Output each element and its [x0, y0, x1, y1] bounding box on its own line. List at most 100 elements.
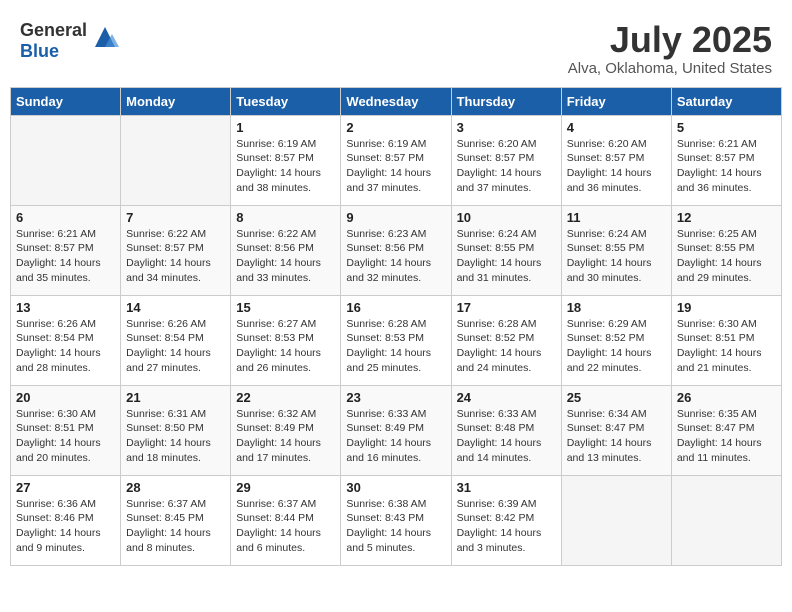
calendar-cell: 16 Sunrise: 6:28 AMSunset: 8:53 PMDayligh…: [341, 295, 451, 385]
calendar-week-row: 1Sunrise: 6:19 AMSunset: 8:57 PMDaylight…: [11, 115, 782, 205]
calendar-cell: 13 Sunrise: 6:26 AMSunset: 8:54 PMDayligh…: [11, 295, 121, 385]
day-number: 13: [16, 300, 115, 315]
day-detail: Sunrise: 6:21 AMSunset: 8:57 PMDaylight:…: [16, 227, 115, 286]
calendar-cell: 27Sunrise: 6:36 AMSunset: 8:46 PMDayligh…: [11, 475, 121, 565]
logo-general: General: [20, 20, 87, 40]
day-detail: Sunrise: 6:28 AMSunset: 8:52 PMDaylight:…: [457, 317, 556, 376]
weekday-header: Saturday: [671, 87, 781, 115]
calendar-week-row: 13 Sunrise: 6:26 AMSunset: 8:54 PMDayligh…: [11, 295, 782, 385]
calendar-cell: 31 Sunrise: 6:39 AMSunset: 8:42 PMDayligh…: [451, 475, 561, 565]
weekday-header: Sunday: [11, 87, 121, 115]
title-block: July 2025 Alva, Oklahoma, United States: [568, 20, 772, 77]
calendar-cell: 20 Sunrise: 6:30 AMSunset: 8:51 PMDayligh…: [11, 385, 121, 475]
day-number: 10: [457, 210, 556, 225]
day-number: 21: [126, 390, 225, 405]
calendar-cell: 1Sunrise: 6:19 AMSunset: 8:57 PMDaylight…: [231, 115, 341, 205]
calendar-cell: 12Sunrise: 6:25 AMSunset: 8:55 PMDayligh…: [671, 205, 781, 295]
day-number: 4: [567, 120, 666, 135]
day-detail: Sunrise: 6:38 AMSunset: 8:43 PMDaylight:…: [346, 497, 445, 556]
weekday-header: Monday: [121, 87, 231, 115]
day-number: 19: [677, 300, 776, 315]
calendar-cell: 18Sunrise: 6:29 AMSunset: 8:52 PMDayligh…: [561, 295, 671, 385]
day-detail: Sunrise: 6:29 AMSunset: 8:52 PMDaylight:…: [567, 317, 666, 376]
calendar-week-row: 20 Sunrise: 6:30 AMSunset: 8:51 PMDayligh…: [11, 385, 782, 475]
page-header: General Blue July 2025 Alva, Oklahoma, U…: [10, 10, 782, 82]
logo-icon: [90, 22, 120, 52]
day-detail: Sunrise: 6:37 AMSunset: 8:44 PMDaylight:…: [236, 497, 335, 556]
calendar-cell: 21 Sunrise: 6:31 AMSunset: 8:50 PMDayligh…: [121, 385, 231, 475]
day-detail: Sunrise: 6:36 AMSunset: 8:46 PMDaylight:…: [16, 497, 115, 556]
day-number: 2: [346, 120, 445, 135]
calendar-cell: 30 Sunrise: 6:38 AMSunset: 8:43 PMDayligh…: [341, 475, 451, 565]
calendar-cell: 3 Sunrise: 6:20 AMSunset: 8:57 PMDaylight…: [451, 115, 561, 205]
calendar-cell: [561, 475, 671, 565]
calendar-cell: 11Sunrise: 6:24 AMSunset: 8:55 PMDayligh…: [561, 205, 671, 295]
calendar-cell: 14Sunrise: 6:26 AMSunset: 8:54 PMDayligh…: [121, 295, 231, 385]
day-detail: Sunrise: 6:22 AMSunset: 8:56 PMDaylight:…: [236, 227, 335, 286]
day-detail: Sunrise: 6:19 AMSunset: 8:57 PMDaylight:…: [236, 137, 335, 196]
day-number: 12: [677, 210, 776, 225]
calendar-table: SundayMondayTuesdayWednesdayThursdayFrid…: [10, 87, 782, 566]
logo-text: General Blue: [20, 20, 87, 62]
day-number: 8: [236, 210, 335, 225]
calendar-cell: [121, 115, 231, 205]
day-number: 7: [126, 210, 225, 225]
day-detail: Sunrise: 6:30 AMSunset: 8:51 PMDaylight:…: [677, 317, 776, 376]
day-number: 29: [236, 480, 335, 495]
day-detail: Sunrise: 6:20 AMSunset: 8:57 PMDaylight:…: [457, 137, 556, 196]
day-number: 25: [567, 390, 666, 405]
day-detail: Sunrise: 6:39 AMSunset: 8:42 PMDaylight:…: [457, 497, 556, 556]
calendar-cell: 25Sunrise: 6:34 AMSunset: 8:47 PMDayligh…: [561, 385, 671, 475]
calendar-cell: 15Sunrise: 6:27 AMSunset: 8:53 PMDayligh…: [231, 295, 341, 385]
calendar-cell: 7 Sunrise: 6:22 AMSunset: 8:57 PMDaylight…: [121, 205, 231, 295]
day-detail: Sunrise: 6:32 AMSunset: 8:49 PMDaylight:…: [236, 407, 335, 466]
day-detail: Sunrise: 6:21 AMSunset: 8:57 PMDaylight:…: [677, 137, 776, 196]
day-number: 20: [16, 390, 115, 405]
day-detail: Sunrise: 6:33 AMSunset: 8:49 PMDaylight:…: [346, 407, 445, 466]
day-number: 5: [677, 120, 776, 135]
day-number: 23: [346, 390, 445, 405]
location-title: Alva, Oklahoma, United States: [568, 60, 772, 77]
day-number: 28: [126, 480, 225, 495]
day-detail: Sunrise: 6:33 AMSunset: 8:48 PMDaylight:…: [457, 407, 556, 466]
calendar-cell: 9Sunrise: 6:23 AMSunset: 8:56 PMDaylight…: [341, 205, 451, 295]
calendar-cell: 28 Sunrise: 6:37 AMSunset: 8:45 PMDayligh…: [121, 475, 231, 565]
day-number: 22: [236, 390, 335, 405]
day-detail: Sunrise: 6:22 AMSunset: 8:57 PMDaylight:…: [126, 227, 225, 286]
day-detail: Sunrise: 6:26 AMSunset: 8:54 PMDaylight:…: [126, 317, 225, 376]
calendar-cell: 19 Sunrise: 6:30 AMSunset: 8:51 PMDayligh…: [671, 295, 781, 385]
calendar-week-row: 27Sunrise: 6:36 AMSunset: 8:46 PMDayligh…: [11, 475, 782, 565]
day-number: 16: [346, 300, 445, 315]
calendar-cell: 8 Sunrise: 6:22 AMSunset: 8:56 PMDaylight…: [231, 205, 341, 295]
calendar-cell: [11, 115, 121, 205]
calendar-cell: [671, 475, 781, 565]
day-number: 11: [567, 210, 666, 225]
calendar-cell: 2 Sunrise: 6:19 AMSunset: 8:57 PMDaylight…: [341, 115, 451, 205]
day-number: 31: [457, 480, 556, 495]
day-number: 30: [346, 480, 445, 495]
day-detail: Sunrise: 6:37 AMSunset: 8:45 PMDaylight:…: [126, 497, 225, 556]
day-number: 3: [457, 120, 556, 135]
calendar-cell: 10Sunrise: 6:24 AMSunset: 8:55 PMDayligh…: [451, 205, 561, 295]
weekday-header: Thursday: [451, 87, 561, 115]
day-number: 9: [346, 210, 445, 225]
calendar-cell: 26Sunrise: 6:35 AMSunset: 8:47 PMDayligh…: [671, 385, 781, 475]
day-detail: Sunrise: 6:19 AMSunset: 8:57 PMDaylight:…: [346, 137, 445, 196]
calendar-cell: 22 Sunrise: 6:32 AMSunset: 8:49 PMDayligh…: [231, 385, 341, 475]
day-detail: Sunrise: 6:26 AMSunset: 8:54 PMDaylight:…: [16, 317, 115, 376]
month-title: July 2025: [568, 20, 772, 60]
weekday-header: Friday: [561, 87, 671, 115]
calendar-cell: 23 Sunrise: 6:33 AMSunset: 8:49 PMDayligh…: [341, 385, 451, 475]
calendar-week-row: 6Sunrise: 6:21 AMSunset: 8:57 PMDaylight…: [11, 205, 782, 295]
day-number: 17: [457, 300, 556, 315]
day-detail: Sunrise: 6:30 AMSunset: 8:51 PMDaylight:…: [16, 407, 115, 466]
day-detail: Sunrise: 6:28 AMSunset: 8:53 PMDaylight:…: [346, 317, 445, 376]
logo-blue: Blue: [20, 41, 59, 61]
calendar-cell: 4 Sunrise: 6:20 AMSunset: 8:57 PMDaylight…: [561, 115, 671, 205]
weekday-header: Wednesday: [341, 87, 451, 115]
day-detail: Sunrise: 6:31 AMSunset: 8:50 PMDaylight:…: [126, 407, 225, 466]
calendar-cell: 17 Sunrise: 6:28 AMSunset: 8:52 PMDayligh…: [451, 295, 561, 385]
day-number: 24: [457, 390, 556, 405]
calendar-cell: 5 Sunrise: 6:21 AMSunset: 8:57 PMDaylight…: [671, 115, 781, 205]
day-detail: Sunrise: 6:20 AMSunset: 8:57 PMDaylight:…: [567, 137, 666, 196]
